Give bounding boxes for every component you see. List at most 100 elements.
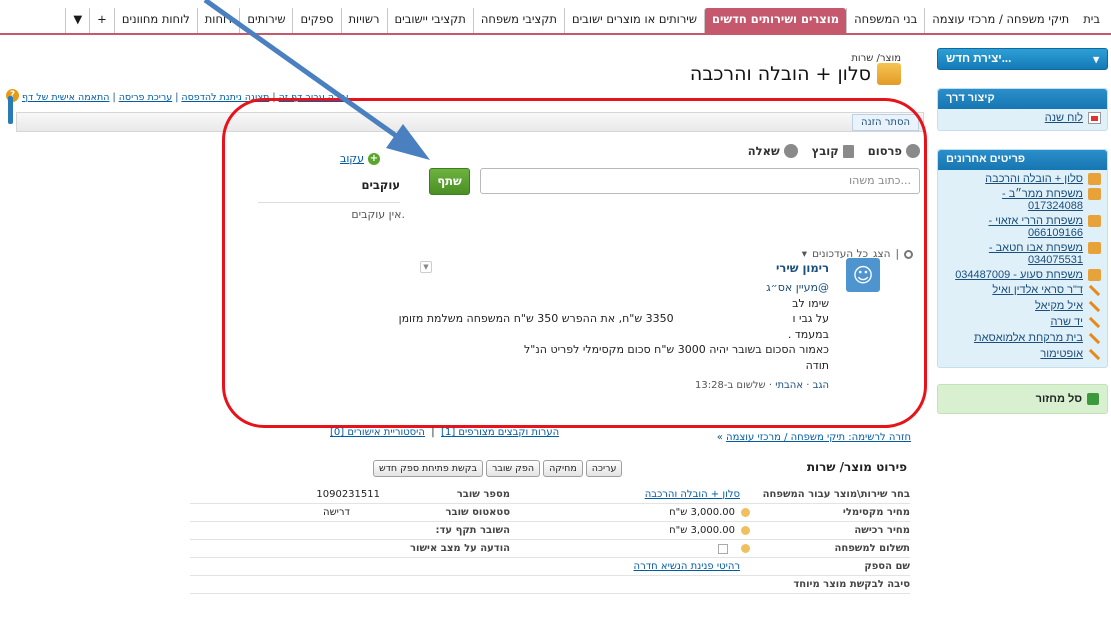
post-line: על גבי ו 3350 ש"ח, את ההפרש 350 ש"ח המשפ… — [398, 312, 829, 325]
tabs-dropdown-icon[interactable]: ▼ — [65, 8, 89, 34]
recent-item[interactable]: בית מרקחת אלמואסאת — [938, 329, 1107, 345]
tab-suppliers[interactable]: ספקים — [292, 8, 340, 34]
help-page-link[interactable]: עזרה עבור דף זה — [279, 92, 349, 103]
recent-item-link[interactable]: אופטימור — [1040, 348, 1083, 360]
top-navigation: בית תיקי משפחה / מרכזי עוצמה בני המשפחה … — [0, 0, 1111, 35]
recycle-bin-label: סל מחזור — [1035, 393, 1082, 405]
recent-item[interactable]: משפחת אבו חטאב - 034075531 — [938, 239, 1107, 266]
hide-feed-button[interactable]: הסתר הזנה — [852, 114, 919, 131]
plus-icon: + — [368, 152, 380, 165]
recent-item-link[interactable]: ד"ר סראי אלדין ואיל — [992, 284, 1083, 296]
chatter-feed: פרסום קובץ שאלה כתוב משהו... שתף + עקוב … — [225, 140, 925, 440]
table-row: תשלום למשפחה הודעה על מצב אישור — [190, 540, 910, 558]
follow-button[interactable]: + עקוב — [340, 152, 380, 165]
customize-page-link[interactable]: התאמה אישית של דף — [22, 92, 110, 103]
tab-services[interactable]: שירותים — [239, 8, 292, 34]
post-mention[interactable]: @מעיין אס״ג — [409, 280, 829, 296]
chevron-down-icon: ▾ — [1093, 54, 1099, 66]
delete-button[interactable]: מחיקה — [543, 460, 583, 477]
comments-attachments-link[interactable]: הערות וקבצים מצורפים [1] — [441, 427, 559, 438]
recent-items-box: פריטים אחרונים סלון + הובלה והרכבה משפחת… — [937, 149, 1108, 368]
post-line: כאמור הסכום בשובר יהיה 3000 ש"ח סכום מקס… — [524, 343, 829, 356]
tab-dashboards[interactable]: לוחות מחוונים — [113, 8, 197, 34]
post-author[interactable]: רימון שירי — [776, 261, 829, 275]
table-row: מחיר רכישה 3,000.00 ש"ח השובר תקף עד: — [190, 522, 910, 540]
tab-new-products-services[interactable]: מוצרים ושירותים חדשים — [704, 8, 847, 34]
like-link[interactable]: אהבתי — [775, 380, 803, 391]
recent-item[interactable]: ד"ר סראי אלדין ואיל — [938, 281, 1107, 297]
calendar-icon — [1088, 112, 1101, 124]
new-supplier-request-button[interactable]: בקשת פתיחת ספק חדש — [373, 460, 483, 477]
calendar-link[interactable]: לוח שנה — [1045, 112, 1083, 124]
post-line: במעמד . — [787, 327, 829, 341]
recent-item-link[interactable]: משפחת הררי אזאוי - 066109166 — [944, 215, 1083, 239]
sidebar-item-calendar[interactable]: לוח שנה — [938, 109, 1107, 124]
compose-input[interactable]: כתוב משהו... — [480, 168, 920, 194]
family-icon — [1088, 269, 1101, 281]
product-link[interactable]: סלון + הובלה והרכבה — [645, 489, 740, 500]
recent-item[interactable]: משפחת סעוע - 034487009 — [938, 266, 1107, 281]
family-icon — [1088, 215, 1101, 227]
field-label: מחיר רכישה — [854, 525, 910, 536]
recent-item-link[interactable]: סלון + הובלה והרכבה — [985, 173, 1083, 185]
create-new-button[interactable]: יצירת חדש... ▾ — [937, 48, 1108, 70]
table-row: שם הספק רהיטי פנינת הנשיא חדרה — [190, 558, 910, 576]
help-icon[interactable] — [741, 508, 750, 517]
issue-voucher-button[interactable]: הפק שובר — [485, 460, 541, 477]
create-new-label: יצירת חדש... — [946, 53, 1012, 65]
recent-item[interactable]: איל מקיאל — [938, 297, 1107, 313]
tab-post[interactable]: פרסום — [868, 144, 920, 158]
edit-layout-link[interactable]: עריכת פריסה — [119, 92, 173, 103]
search-icon[interactable] — [904, 249, 913, 259]
help-icon[interactable] — [741, 544, 750, 553]
tab-settlement-budgets[interactable]: תקציבי יישובים — [386, 8, 473, 34]
tab-question[interactable]: שאלה — [748, 144, 798, 158]
follow-link[interactable]: עקוב — [340, 152, 364, 165]
no-followers-text: אין עוקבים. — [351, 208, 405, 221]
tab-family-members[interactable]: בני המשפחה — [846, 8, 924, 34]
printable-view-link[interactable]: תצוגה ניתנת להדפסה — [181, 92, 269, 103]
tab-family-budgets[interactable]: תקציבי משפחה — [472, 8, 564, 34]
recent-item-link[interactable]: יד שרה — [1050, 316, 1083, 328]
recent-item[interactable]: משפחת הררי אזאוי - 066109166 — [938, 212, 1107, 239]
recent-item[interactable]: אופטימור — [938, 345, 1107, 361]
field-label: הודעה על מצב אישור — [410, 543, 510, 554]
shortcut-box: קיצור דרך לוח שנה — [937, 88, 1108, 131]
recent-item-link[interactable]: איל מקיאל — [1035, 300, 1083, 312]
tab-family-files[interactable]: תיקי משפחה / מרכזי עוצמה — [924, 8, 1076, 34]
recent-item[interactable]: סלון + הובלה והרכבה — [938, 170, 1107, 185]
recent-item-link[interactable]: בית מרקחת אלמואסאת — [974, 332, 1083, 344]
tab-file[interactable]: קובץ — [812, 144, 854, 158]
page-title: סלון + הובלה והרכבה — [689, 63, 871, 85]
recent-item[interactable]: משפחת ממר״ב - 017324088 — [938, 185, 1107, 212]
post-menu-icon[interactable]: ▼ — [420, 261, 432, 273]
tab-settlement-services[interactable]: שירותים או מוצרים ישובים — [563, 8, 704, 34]
avatar[interactable]: ☺ — [846, 258, 880, 292]
field-label: שם הספק — [864, 561, 910, 572]
recycle-bin[interactable]: סל מחזור — [937, 384, 1108, 414]
shortcut-title: קיצור דרך — [938, 89, 1107, 109]
tab-home[interactable]: בית — [1076, 8, 1107, 34]
details-title: פירוט מוצר/ שרות — [806, 460, 907, 474]
recent-item-link[interactable]: משפחת אבו חטאב - 034075531 — [944, 242, 1083, 266]
question-icon — [783, 144, 798, 158]
edit-button[interactable]: עריכה — [585, 460, 623, 477]
family-payment-checkbox[interactable] — [718, 544, 728, 554]
back-to-list-link[interactable]: « חזרה לרשימה: תיקי משפחה / מרכזי עוצמה — [717, 432, 911, 443]
field-label: מחיר מקסימלי — [842, 507, 910, 518]
tab-authorities[interactable]: רשויות — [340, 8, 387, 34]
recent-item-link[interactable]: משפחת ממר״ב - 017324088 — [944, 188, 1083, 212]
feed-edge-marker — [8, 96, 13, 124]
supplier-link[interactable]: רהיטי פנינת הנשיא חדרה — [634, 561, 740, 572]
recent-item[interactable]: יד שרה — [938, 313, 1107, 329]
recent-item-link[interactable]: משפחת סעוע - 034487009 — [955, 269, 1083, 281]
help-icon[interactable] — [741, 526, 750, 535]
tab-reports[interactable]: דוחות — [196, 8, 240, 34]
share-button[interactable]: שתף — [429, 168, 470, 195]
post-bubble-icon — [906, 144, 920, 158]
max-price: 3,000.00 ש"ח — [669, 507, 735, 518]
pencil-icon — [1088, 332, 1101, 345]
approval-history-link[interactable]: היסטוריית אישורים [0] — [330, 427, 425, 438]
comment-link[interactable]: הגב — [813, 380, 829, 391]
add-tab-icon[interactable]: + — [89, 8, 114, 34]
